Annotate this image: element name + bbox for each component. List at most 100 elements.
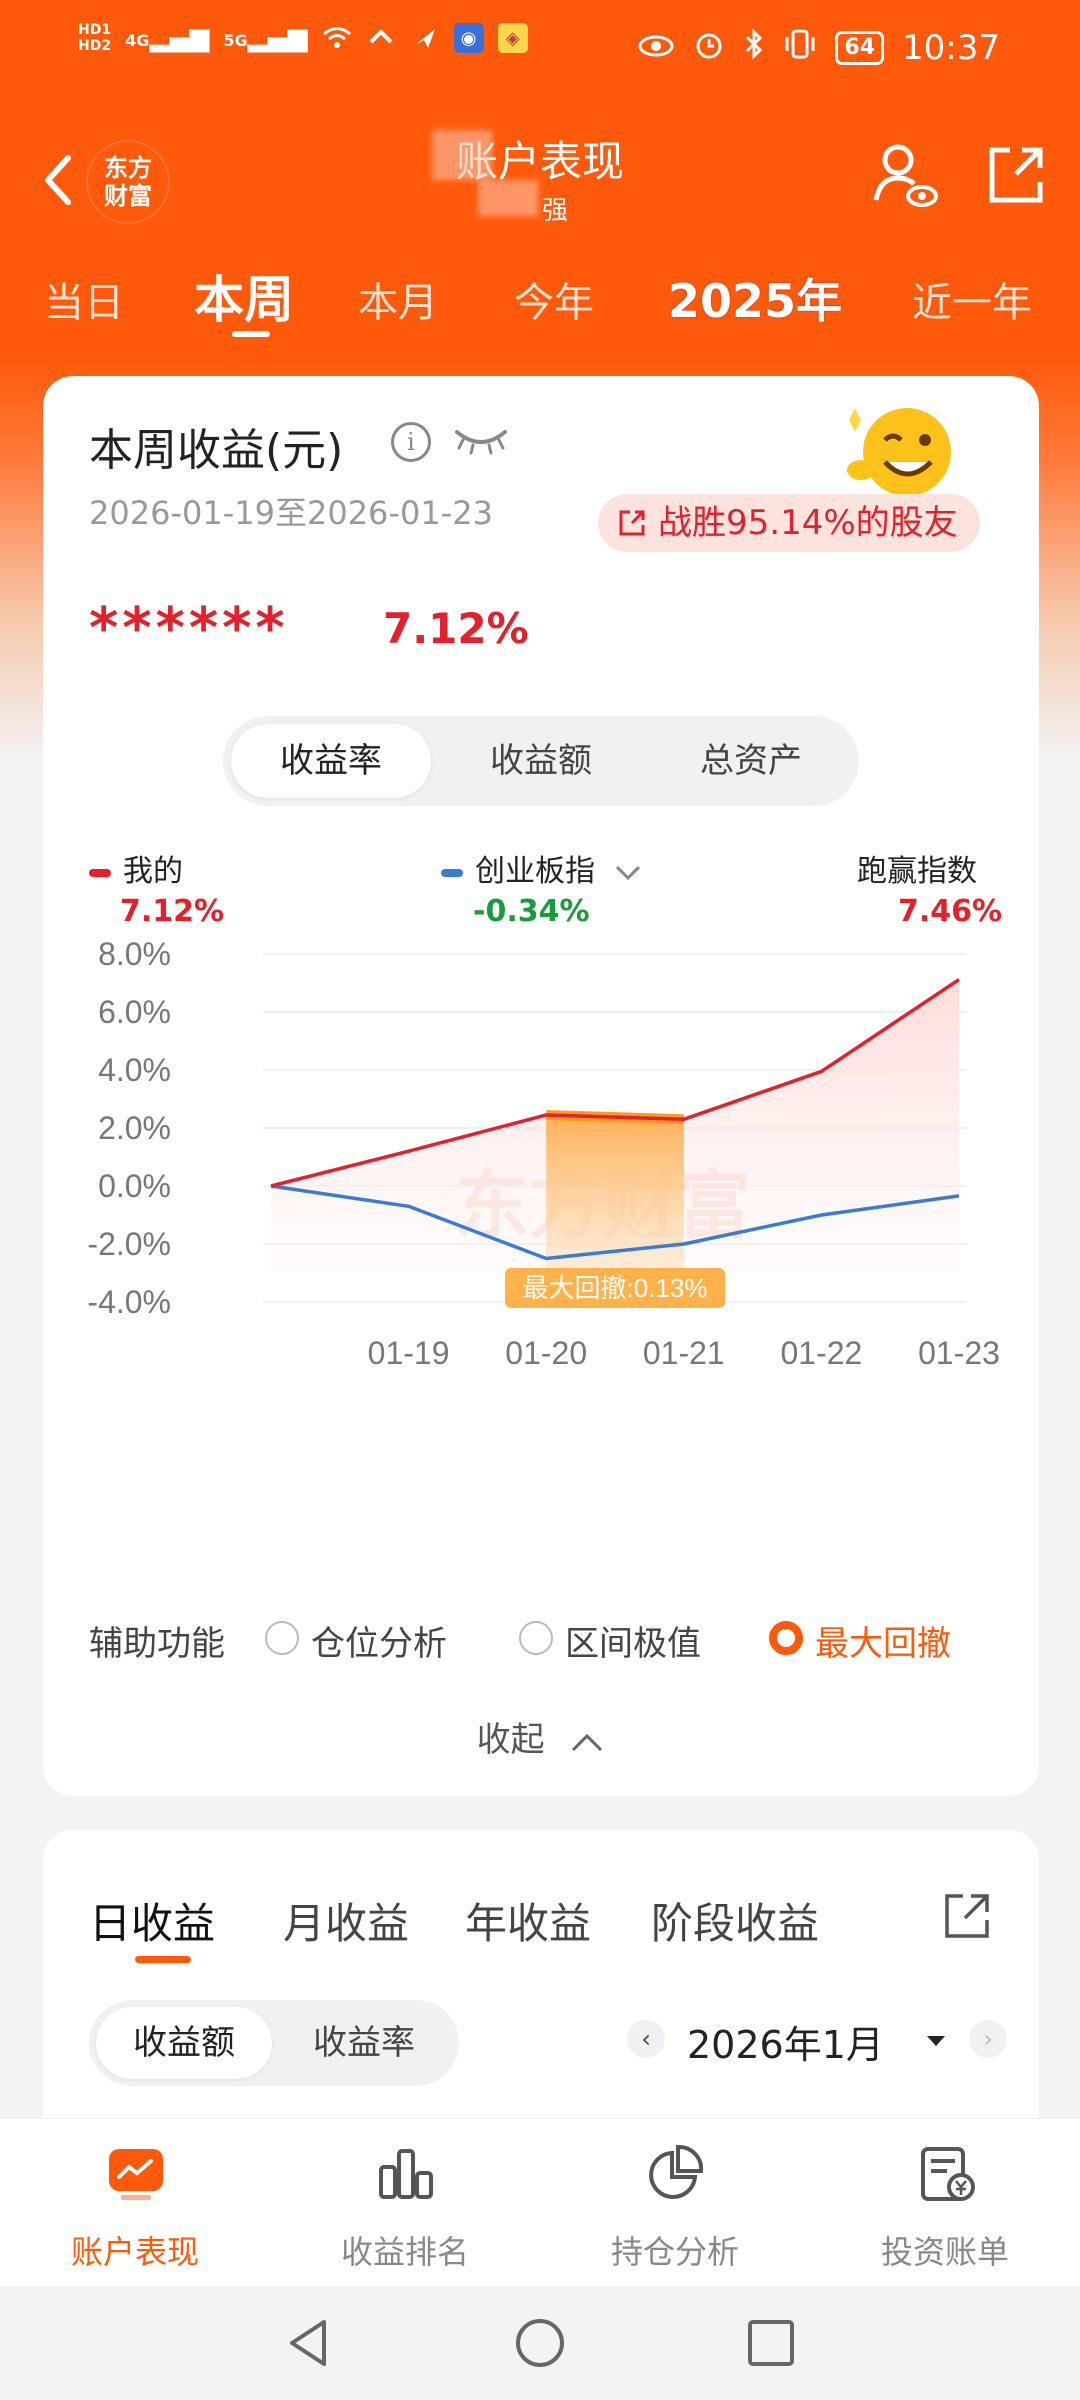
summary-title: 本周收益(元) [89,425,344,476]
sim-indicator: HD1 HD2 [78,22,112,54]
masked-account-blur-2 [478,180,538,216]
app-header: 东方财富 账户表现 强 [0,120,1080,240]
system-recents-icon[interactable] [744,2316,798,2370]
signal-5g-icon: 5G▂▄▆ [223,23,308,53]
alarm-icon [693,28,725,68]
performance-chart-icon [109,2149,163,2200]
legend-index-value: -0.34% [473,894,590,929]
option-range-extreme[interactable]: 区间极值 [565,1616,701,1665]
radio-range-extreme[interactable] [519,1621,553,1655]
x-tick-label: 01-19 [368,1335,450,1371]
y-tick-label: 2.0% [98,1110,171,1146]
share-icon[interactable] [980,140,1050,210]
pie-chart-icon [649,2144,704,2199]
hide-amount-eye-icon[interactable] [453,426,509,456]
income-metric-segmented-control: 收益额 收益率 [89,2000,459,2086]
link-icon [366,23,396,53]
month-value[interactable]: 2026年1月 [687,2014,884,2069]
income-tab-indicator [135,1956,191,1963]
y-tick-label: 8.0% [98,936,171,972]
y-tick-label: -2.0% [87,1226,171,1262]
tab-monthly-income[interactable]: 月收益 [283,1890,409,1951]
nav-account-performance[interactable]: 账户表现 [0,2119,270,2287]
legend-mine: 我的 [89,846,183,890]
bill-icon [921,2147,975,2201]
wink-emoji-icon [847,408,951,496]
tab-income-rate[interactable]: 收益率 [276,2007,452,2079]
tab-this-month[interactable]: 本月 [358,270,438,328]
option-position-analysis[interactable]: 仓位分析 [311,1616,447,1665]
tab-this-week[interactable]: 本周 [194,260,294,332]
x-tick-label: 01-20 [505,1335,587,1371]
legend-mine-swatch [89,868,111,877]
info-icon[interactable]: i [391,422,431,462]
battery-icon: 64 [835,31,885,65]
flight-icon [410,23,440,53]
active-tab-indicator [232,331,270,337]
option-max-drawdown[interactable]: 最大回撤 [815,1616,951,1665]
vibrate-icon [783,28,817,68]
signal-4g-icon: 4G▂▄▆ [125,23,210,53]
tab-last-year[interactable]: 近一年 [912,270,1032,328]
prev-month-button[interactable]: ‹ [627,2020,665,2058]
masked-account-blur [432,130,492,180]
tab-daily-income[interactable]: 日收益 [89,1890,215,1951]
tab-yearly-income[interactable]: 年收益 [465,1890,591,1951]
share-icon[interactable] [941,1890,993,1942]
metric-segmented-control: 收益率 收益额 总资产 [223,716,859,806]
month-selector: ‹ 2026年1月 › [607,2010,1007,2074]
clock: 10:37 [902,28,1000,68]
x-tick-label: 01-22 [780,1335,862,1371]
user-eye-icon[interactable] [870,140,940,210]
return-line-chart[interactable]: 8.0%6.0%4.0%2.0%0.0%-2.0%-4.0%东方财富最大回撤:0… [43,936,1039,1496]
chevron-down-icon [615,865,640,880]
legend-beat-index: 跑赢指数 [857,854,977,889]
legend-beat-index-value: 7.46% [898,894,1003,929]
radio-position-analysis[interactable] [265,1621,299,1655]
tab-today[interactable]: 当日 [44,270,124,328]
system-home-icon[interactable] [513,2316,567,2370]
tab-return-rate[interactable]: 收益率 [231,724,431,798]
tab-2025[interactable]: 2025年 [668,265,842,331]
y-tick-label: 6.0% [98,994,171,1030]
y-tick-label: -4.0% [87,1284,171,1320]
legend-index-swatch [441,868,463,877]
legend-mine-value: 7.12% [120,894,225,929]
nav-holding-analysis[interactable]: 持仓分析 [540,2119,810,2287]
ranking-bars-icon [379,2149,433,2199]
tab-period-income[interactable]: 阶段收益 [651,1890,819,1951]
nav-investment-bill[interactable]: 投资账单 [810,2119,1080,2287]
y-tick-label: 4.0% [98,1052,171,1088]
period-tabs: 当日 本周 本月 今年 2025年 近一年 [0,255,1080,337]
date-range: 2026-01-19至2026-01-23 [89,494,493,532]
beat-peers-badge[interactable]: 战胜95.14%的股友 [598,494,980,552]
return-percent: 7.12% [383,604,529,653]
share-small-icon [619,510,645,536]
y-tick-label: 0.0% [98,1168,171,1204]
x-tick-label: 01-23 [918,1335,1000,1371]
tab-total-assets[interactable]: 总资产 [651,724,851,798]
tab-this-year[interactable]: 今年 [514,270,594,328]
tab-return-amount[interactable]: 收益额 [441,724,641,798]
radio-max-drawdown[interactable] [769,1621,803,1655]
status-bar: HD1 HD2 4G▂▄▆ 5G▂▄▆ ◉ ◈ 64 10:37 [0,0,1080,110]
caret-down-icon[interactable] [925,2034,947,2048]
app-notification-icon: ◉ [453,23,484,53]
wifi-icon [322,23,352,53]
app-notification-icon-2: ◈ [497,23,528,53]
max-drawdown-label: 最大回撤:0.13% [523,1273,708,1303]
bluetooth-icon [743,28,765,68]
chevron-up-icon [572,1733,603,1751]
aux-label: 辅助功能 [89,1624,225,1664]
collapse-button[interactable]: 收起 [43,1712,1039,1761]
eye-comfort-icon [637,29,675,67]
bottom-navigation: 账户表现 收益排名 持仓分析 投资账单 [0,2118,1080,2286]
x-tick-label: 01-21 [643,1335,725,1371]
tab-income-amount[interactable]: 收益额 [96,2007,272,2079]
nav-return-ranking[interactable]: 收益排名 [270,2119,540,2287]
legend-index-selector[interactable]: 创业板指 [441,846,643,890]
hidden-amount: ****** [89,596,289,661]
weekly-summary-card: 本周收益(元) i 2026-01-19至2026-01-23 战胜95.14%… [43,376,1039,1796]
system-back-icon[interactable] [282,2316,336,2370]
next-month-button[interactable]: › [969,2020,1007,2058]
